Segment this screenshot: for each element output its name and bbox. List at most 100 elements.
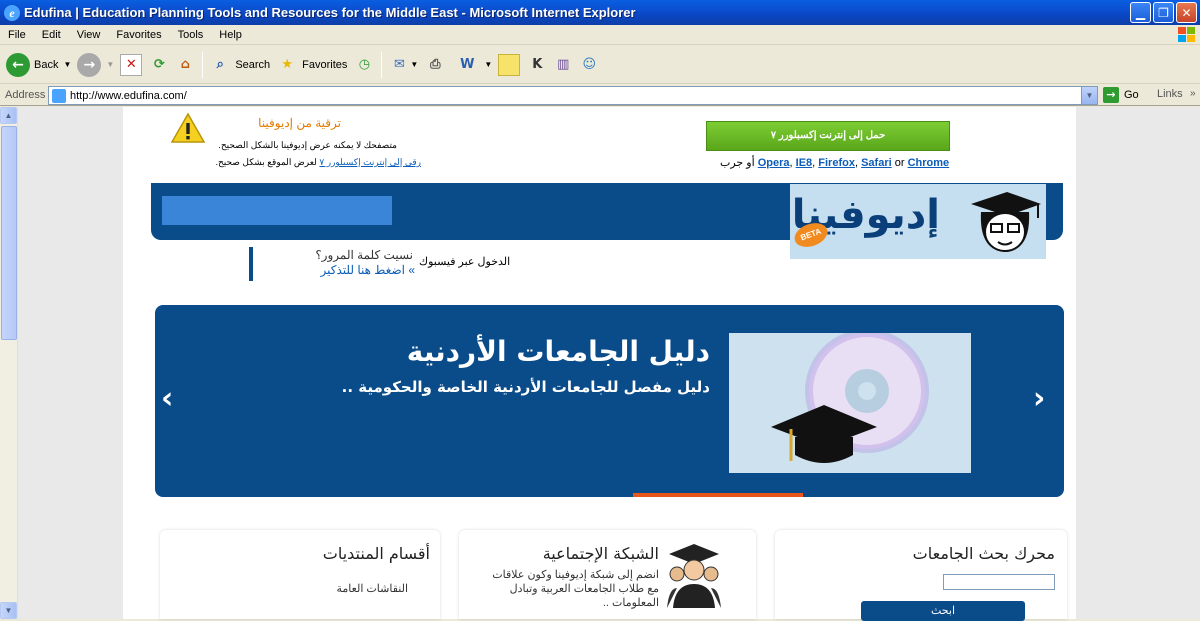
menu-help[interactable]: Help [211,29,250,41]
forums-panel: أقسام المنتديات النقاشات العامة [160,530,440,619]
ie-upgrade-notice: ترقية من إديوفينا متصفحك لا يمكنه عرض إد… [151,107,1063,182]
warning-title: ترقية من إديوفينا [258,116,341,130]
go-arrow-icon: → [1103,87,1119,103]
address-label: Address [5,89,46,101]
header-search-box[interactable] [162,196,392,225]
firefox-link[interactable]: Firefox [818,157,855,169]
university-search-button[interactable]: ابحث [861,601,1025,621]
mail-dropdown-icon[interactable]: ▼ [410,60,418,69]
warning-line-2: رقي إلى إنترنت إكسبلورر ٧ لعرض الموقع بش… [211,157,421,168]
back-dropdown-icon[interactable]: ▼ [63,60,71,69]
university-search-input[interactable] [943,574,1055,590]
download-ie-button[interactable]: حمل إلى إنترنت إكسبلورر ٧ [706,121,950,151]
facebook-login-link[interactable]: الدخول عبر فيسبوك [419,255,510,268]
restore-button[interactable]: ❐ [1153,2,1174,23]
forum-item[interactable]: النقاشات العامة [240,582,408,596]
window-title: Edufina | Education Planning Tools and R… [24,5,636,20]
scroll-thumb[interactable] [1,126,17,340]
graduates-group-icon [667,544,721,608]
opera-link[interactable]: Opera [758,157,790,169]
university-search-title: محرك بحث الجامعات [912,544,1055,563]
safari-link[interactable]: Safari [861,157,892,169]
close-button[interactable]: ✕ [1176,2,1197,23]
window-titlebar: e Edufina | Education Planning Tools and… [0,0,1200,25]
links-button[interactable]: Links [1157,88,1183,100]
refresh-icon[interactable]: ⟳ [148,54,170,76]
login-divider [249,247,253,281]
forward-dropdown-icon[interactable]: ▼ [106,60,114,69]
home-icon[interactable]: ⌂ [174,54,196,76]
forward-arrow-icon: → [77,52,102,77]
browser-viewport: ▲ ▼ ترقية من إديوفينا متصفحك لا يمكنه عر… [0,107,1200,621]
menu-favorites[interactable]: Favorites [108,29,169,41]
menu-bar: File Edit View Favorites Tools Help [0,25,1200,45]
browser-toolbar: ← Back ▼ → ▼ ✕ ⟳ ⌂ ⌕ Search ★ Favorites … [0,46,1200,84]
address-input[interactable]: http://www.edufina.com/ ▼ [48,86,1098,105]
address-dropdown-icon[interactable]: ▼ [1081,87,1097,104]
search-button[interactable]: ⌕ Search [209,54,271,76]
links-chevron-icon[interactable]: » [1190,88,1196,99]
warning-line-2-rest: لعرض الموقع بشكل صحيح. [215,157,317,167]
or-text: or [894,157,905,169]
menu-edit[interactable]: Edit [34,29,69,41]
slider-next-arrow-icon[interactable]: › [1033,384,1045,414]
university-search-panel: محرك بحث الجامعات ابحث [775,530,1067,621]
favorites-button[interactable]: ★ Favorites [276,54,347,76]
warning-icon [171,112,205,143]
graduate-face-icon [971,192,1041,252]
slide-image[interactable] [729,329,971,473]
forums-title: أقسام المنتديات [322,544,430,563]
address-url: http://www.edufina.com/ [70,89,187,102]
social-network-panel: الشبكة الإجتماعية انضم إلى شبكة إديوفينا… [459,530,756,619]
cd-graduation-cap-icon [771,329,929,463]
toolbar-separator [381,51,383,78]
go-label: Go [1124,89,1139,101]
page-icon [52,88,66,103]
featured-slider: دليل الجامعات الأردنية دليل مفصل للجامعا… [155,305,1064,497]
favorites-label: Favorites [302,58,348,71]
social-network-title: الشبكة الإجتماعية [542,544,659,563]
back-button[interactable]: ← Back ▼ [6,52,71,77]
k-icon[interactable]: K [526,54,548,76]
edufina-logo[interactable]: إديوفينا BETA [790,184,1046,259]
print-icon[interactable]: ⎙ [424,54,446,76]
social-network-text: انضم إلى شبكة إديوفينا وكون علاقات مع طل… [492,569,659,609]
toolbar-separator [202,51,204,78]
window-controls: ▁ ❐ ✕ [1130,2,1197,23]
forward-button[interactable]: → ▼ [77,52,114,77]
alternative-browsers: أو جرب Opera, IE8, Firefox, Safari or Ch… [720,157,950,169]
address-bar: Address http://www.edufina.com/ ▼ → Go L… [0,85,1200,106]
search-label: Search [235,58,271,71]
notes-icon[interactable] [498,53,521,76]
menu-tools[interactable]: Tools [170,29,212,41]
scroll-up-icon[interactable]: ▲ [0,107,17,124]
slide-subtitle: دليل مفصل للجامعات الأردنية الخاصة والحك… [341,378,710,396]
vertical-scrollbar[interactable]: ▲ ▼ [0,107,18,619]
history-icon[interactable]: ◷ [353,54,375,76]
menu-file[interactable]: File [0,29,34,41]
research-icon[interactable]: ▥ [552,54,574,76]
menu-view[interactable]: View [69,29,109,41]
edit-icon[interactable]: W [456,54,478,76]
ie8-link[interactable]: IE8 [796,157,813,169]
upgrade-ie-link[interactable]: رقي إلى إنترنت إكسبلورر ٧ [319,157,421,167]
alt-prefix: أو جرب [720,157,755,169]
mail-icon[interactable]: ✉ [388,54,410,76]
windows-logo-icon [1176,26,1196,44]
edit-dropdown-icon[interactable]: ▼ [484,60,492,69]
slide-title[interactable]: دليل الجامعات الأردنية [325,335,710,368]
chrome-link[interactable]: Chrome [908,157,950,169]
back-arrow-icon: ← [6,52,30,77]
remind-password-link[interactable]: » اضغط هنا للتذكير [315,263,416,277]
messenger-icon[interactable]: ☺ [578,54,600,76]
stop-icon[interactable]: ✕ [120,53,143,76]
ie-icon: e [4,4,20,21]
back-label: Back [34,58,59,71]
go-button[interactable]: → Go [1103,87,1139,103]
warning-line-1: متصفحك لا يمكنه عرض إديوفينا بالشكل الصح… [218,140,397,150]
slider-prev-arrow-icon[interactable]: ‹ [161,384,173,414]
slider-progress-indicator [633,493,803,497]
forgot-password-text: نسيت كلمة المرور؟ [315,248,413,262]
minimize-button[interactable]: ▁ [1130,2,1151,23]
scroll-down-icon[interactable]: ▼ [0,602,17,619]
